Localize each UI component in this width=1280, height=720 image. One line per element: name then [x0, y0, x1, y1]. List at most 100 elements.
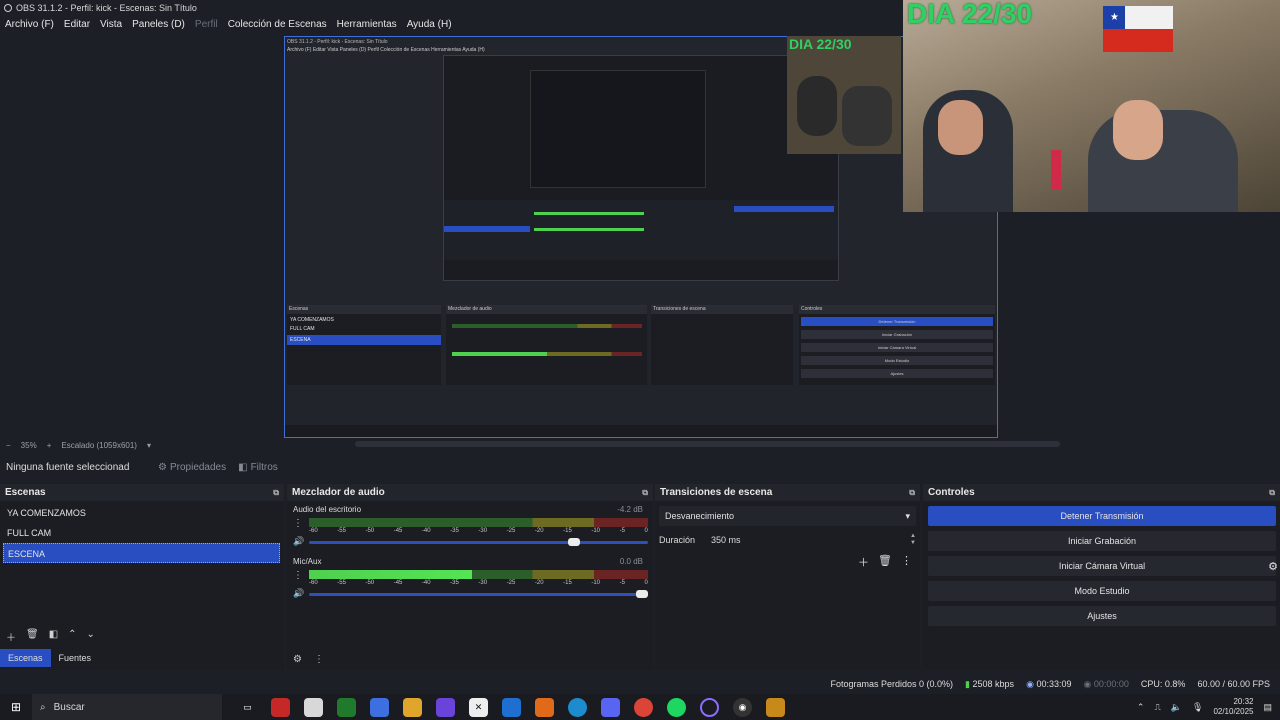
speaker-icon[interactable]: 🔊 — [293, 536, 304, 547]
task-view-icon[interactable]: ▭ — [238, 698, 257, 717]
zoom-percent: 35% — [20, 440, 37, 450]
nested-dock-area: Escenas YA COMENZAMOS FULL CAM ESCENA Me… — [285, 305, 997, 425]
taskbar-search[interactable]: ⌕ Buscar — [32, 694, 222, 720]
app-icon-blue[interactable] — [370, 697, 389, 717]
menu-view[interactable]: Vista — [100, 19, 122, 30]
mixer-toolbar: ⚙ ⋮ — [293, 654, 324, 665]
edge-icon[interactable] — [568, 697, 587, 717]
obs-icon[interactable]: ◉ — [733, 697, 752, 717]
outlook-icon[interactable] — [502, 697, 521, 717]
mixer-dock-header: Mezclador de audio ⧉ — [287, 484, 653, 501]
remove-scene-icon[interactable]: 🗑 — [26, 629, 39, 644]
app-icon-orange[interactable] — [535, 697, 554, 717]
nested-controls-panel: Controles Detener Transmisión Iniciar Gr… — [799, 305, 995, 385]
calculator-icon[interactable] — [304, 697, 323, 717]
app-icon-circle[interactable] — [700, 697, 719, 717]
menu-file[interactable]: Archivo (F) — [5, 19, 54, 30]
meter-tick-label: -55 — [337, 580, 346, 586]
gear-icon[interactable]: ⚙ — [1268, 560, 1278, 573]
volume-slider-handle[interactable] — [636, 590, 648, 598]
meter-tick-label: -15 — [563, 528, 572, 534]
taskbar-search-label: Buscar — [53, 701, 85, 713]
start-virtual-camera-button[interactable]: Iniciar Cámara Virtual ⚙ — [928, 556, 1278, 576]
meter-tick-label: -50 — [365, 580, 375, 586]
scenes-dock-title: Escenas — [5, 487, 46, 498]
transition-menu-icon[interactable]: ⋮ — [901, 554, 912, 570]
chrome-icon[interactable] — [634, 697, 653, 717]
remove-transition-icon[interactable]: 🗑 — [878, 554, 892, 570]
mixer-channel-desktop: Audio del escritorio -4.2 dB ⋮ -60 -55 -50… — [293, 505, 648, 553]
scene-item-ya-comenzamos[interactable]: YA COMENZAMOS — [0, 503, 284, 523]
duration-input[interactable]: 350 ms — [705, 531, 911, 549]
windows-start-icon[interactable]: ⊞ — [0, 700, 32, 714]
menu-docks[interactable]: Paneles (D) — [132, 19, 185, 30]
undock-icon[interactable]: ⧉ — [1269, 488, 1275, 498]
scenes-dock-header: Escenas ⧉ — [0, 484, 284, 501]
scene-item-full-cam[interactable]: FULL CAM — [0, 523, 284, 543]
app-icon-shield[interactable] — [766, 697, 785, 717]
menu-scene-collection[interactable]: Colección de Escenas — [228, 19, 327, 30]
meter-tick-label: -20 — [534, 580, 544, 586]
transition-toolbar: ＋ 🗑 ⋮ — [858, 554, 912, 570]
capcut-icon[interactable]: ✕ — [469, 697, 488, 717]
menu-profile[interactable]: Perfil — [195, 19, 218, 30]
scale-mode-select[interactable]: Escalado (1059x601) — [61, 441, 137, 450]
undock-icon[interactable]: ⧉ — [642, 488, 648, 498]
notification-icon[interactable]: ▤ — [1263, 702, 1272, 713]
settings-button[interactable]: Ajustes — [928, 606, 1276, 626]
nested-taskbar — [285, 425, 997, 437]
channel-menu-icon[interactable]: ⋮ — [293, 570, 303, 581]
stop-streaming-button[interactable]: Detener Transmisión — [928, 506, 1276, 526]
add-scene-icon[interactable]: ＋ — [6, 629, 16, 644]
app-icon-purple[interactable] — [436, 697, 455, 717]
transition-select[interactable]: Desvanecimiento ▾ — [659, 506, 916, 526]
speaker-icon[interactable]: 🔊 — [293, 588, 304, 599]
filters-button[interactable]: ◧ Filtros — [238, 462, 278, 473]
studio-mode-button[interactable]: Modo Estudio — [928, 581, 1276, 601]
tab-scenes[interactable]: Escenas — [0, 649, 51, 667]
duration-row: Duración 350 ms ▲ ▼ — [659, 530, 916, 550]
menu-edit[interactable]: Editar — [64, 19, 90, 30]
properties-button[interactable]: ⚙ Propiedades — [158, 462, 226, 473]
meter-tick-label: -45 — [393, 528, 403, 534]
virtual-camera-label: Iniciar Cámara Virtual — [1058, 561, 1146, 571]
chevron-up-icon[interactable]: ⌃ — [1137, 702, 1145, 713]
undock-icon[interactable]: ⧉ — [273, 488, 279, 498]
scene-filters-icon[interactable]: ◧ — [49, 629, 58, 644]
move-down-icon[interactable]: ⌄ — [87, 629, 95, 644]
mixer-menu-icon[interactable]: ⋮ — [314, 654, 324, 665]
volume-icon[interactable]: 🔈 — [1171, 702, 1182, 713]
meter-tick-label: -25 — [506, 580, 516, 586]
clock[interactable]: 20:32 02/10/2025 — [1213, 697, 1253, 717]
scene-toolbar: ＋ 🗑 ◧ ⌃ ⌄ — [6, 629, 95, 644]
spotify-icon[interactable] — [667, 697, 686, 717]
scene-item-escena[interactable]: ESCENA — [3, 543, 280, 563]
undock-icon[interactable]: ⧉ — [909, 488, 915, 498]
volume-slider-handle[interactable] — [568, 538, 581, 546]
move-up-icon[interactable]: ⌃ — [68, 629, 76, 644]
duration-spinner-icon[interactable]: ▲ ▼ — [910, 533, 916, 547]
zoom-out-button[interactable]: − — [6, 441, 11, 450]
scale-dropdown-icon[interactable]: ▾ — [147, 441, 151, 450]
menu-tools[interactable]: Herramientas — [337, 19, 397, 30]
add-transition-icon[interactable]: ＋ — [858, 554, 869, 570]
menu-help[interactable]: Ayuda (H) — [407, 19, 452, 30]
nested-preview — [443, 55, 839, 281]
channel-menu-icon[interactable]: ⋮ — [293, 518, 303, 529]
app-icon-red[interactable] — [271, 697, 290, 717]
folder-icon[interactable] — [403, 697, 422, 717]
start-recording-button[interactable]: Iniciar Grabación — [928, 531, 1276, 551]
mic-icon[interactable]: 🎙 — [1192, 702, 1203, 713]
network-icon[interactable]: ⎍ — [1154, 702, 1160, 713]
volume-slider[interactable] — [309, 593, 648, 596]
meter-tick-label: -60 — [309, 580, 318, 586]
volume-slider[interactable] — [309, 541, 648, 544]
meter-ticks: -60 -55 -50 -45 -40 -35 -30 -25 -20 -15 -10 -5 0 — [309, 528, 648, 534]
advanced-audio-icon[interactable]: ⚙ — [293, 654, 302, 665]
tab-sources[interactable]: Fuentes — [51, 649, 100, 667]
app-icon-green[interactable] — [337, 697, 356, 717]
zoom-in-button[interactable]: + — [47, 441, 52, 450]
preview-horizontal-scrollbar[interactable] — [355, 441, 1060, 447]
discord-icon[interactable] — [601, 697, 620, 717]
meter-tick-label: 0 — [644, 528, 648, 534]
